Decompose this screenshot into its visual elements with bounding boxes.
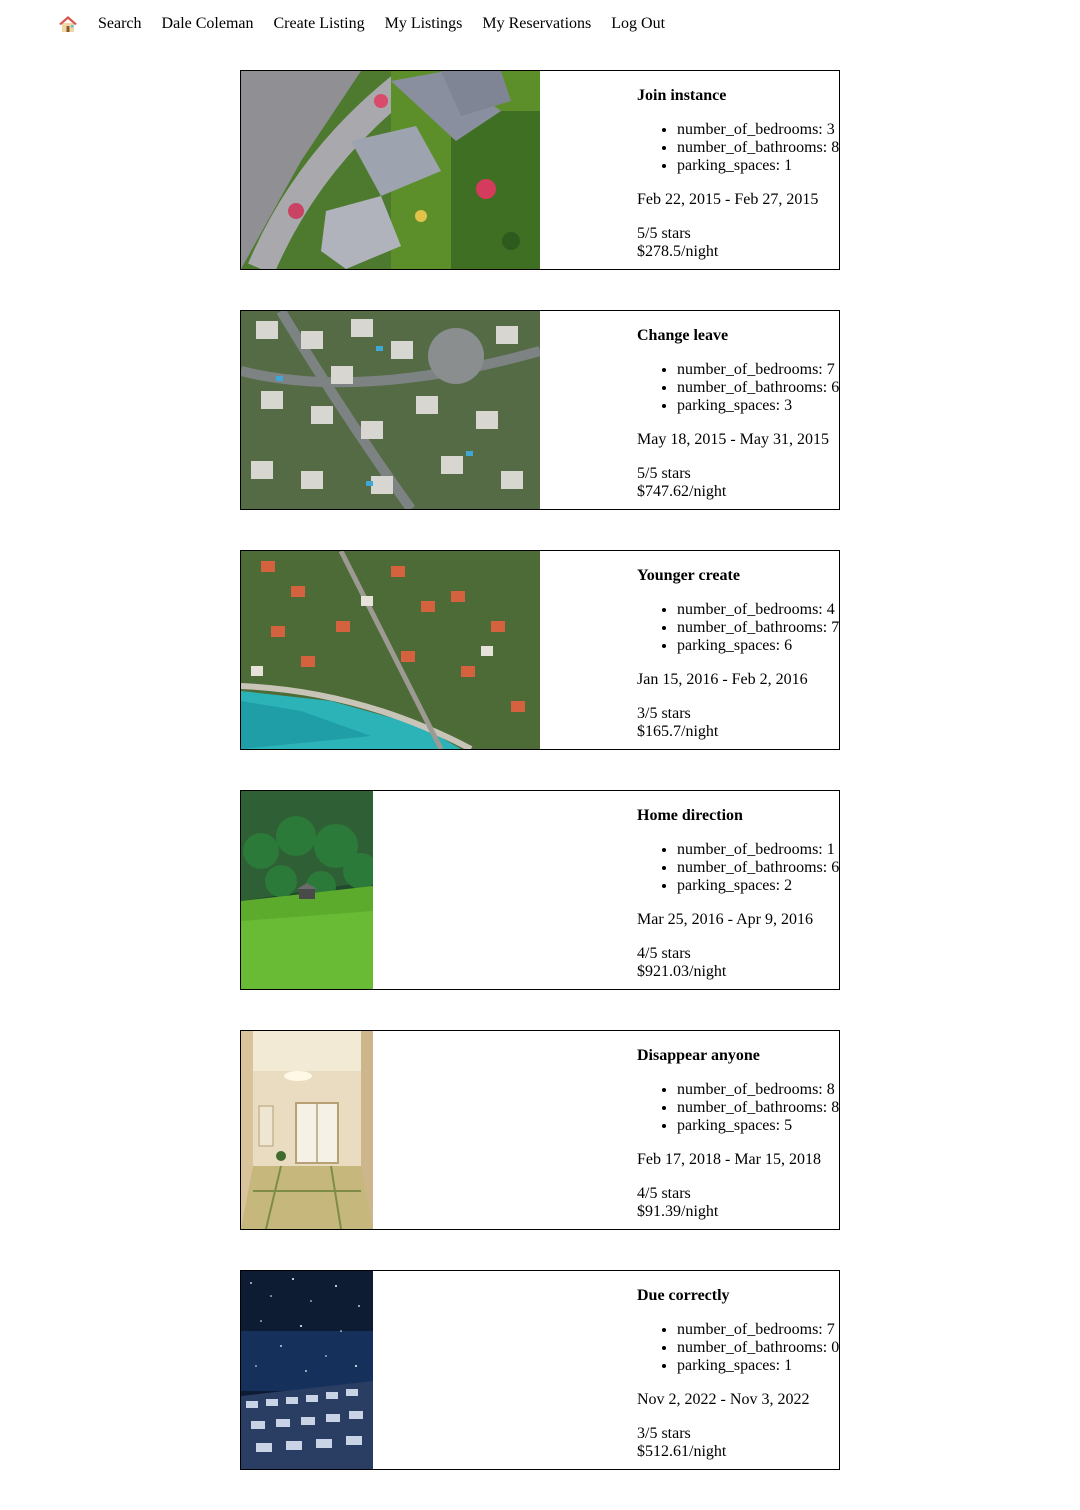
- listing-title: Join instance: [637, 87, 727, 104]
- feature-bathrooms: number_of_bathrooms: 6: [677, 859, 839, 877]
- listing-price: $278.5/night: [637, 243, 719, 260]
- listing-photo: [241, 791, 373, 989]
- reservation-dates: Mar 25, 2016 - Apr 9, 2016: [637, 911, 813, 928]
- reservation-dates: Nov 2, 2022 - Nov 3, 2022: [637, 1391, 810, 1408]
- feature-bathrooms: number_of_bathrooms: 8: [677, 1099, 839, 1117]
- listing-price: $747.62/night: [637, 483, 727, 500]
- feature-list: number_of_bedrooms: 8 number_of_bathroom…: [637, 1081, 839, 1135]
- nav-logout-link[interactable]: Log Out: [611, 15, 665, 33]
- reservation-info: Home direction number_of_bedrooms: 1 num…: [637, 791, 839, 981]
- feature-bedrooms: number_of_bedrooms: 8: [677, 1081, 839, 1099]
- feature-bathrooms: number_of_bathrooms: 6: [677, 379, 839, 397]
- listing-rating: 5/5 stars: [637, 225, 691, 242]
- feature-list: number_of_bedrooms: 1 number_of_bathroom…: [637, 841, 839, 895]
- reservation-info: Younger create number_of_bedrooms: 4 num…: [637, 551, 839, 741]
- feature-bedrooms: number_of_bedrooms: 7: [677, 361, 839, 379]
- reservation-dates: Feb 17, 2018 - Mar 15, 2018: [637, 1151, 821, 1168]
- feature-bathrooms: number_of_bathrooms: 7: [677, 619, 839, 637]
- reservation-info: Change leave number_of_bedrooms: 7 numbe…: [637, 311, 839, 501]
- feature-parking: parking_spaces: 5: [677, 1117, 839, 1135]
- listing-price: $512.61/night: [637, 1443, 727, 1460]
- listing-photo: [241, 71, 540, 269]
- reservation-card[interactable]: Due correctly number_of_bedrooms: 7 numb…: [240, 1270, 840, 1470]
- reservation-card[interactable]: Home direction number_of_bedrooms: 1 num…: [240, 790, 840, 990]
- reservation-dates: Feb 22, 2015 - Feb 27, 2015: [637, 191, 819, 208]
- feature-bathrooms: number_of_bathrooms: 8: [677, 139, 839, 157]
- feature-bedrooms: number_of_bedrooms: 7: [677, 1321, 839, 1339]
- listing-price: $165.7/night: [637, 723, 719, 740]
- feature-list: number_of_bedrooms: 7 number_of_bathroom…: [637, 361, 839, 415]
- feature-list: number_of_bedrooms: 3 number_of_bathroom…: [637, 121, 839, 175]
- nav-my-listings-link[interactable]: My Listings: [385, 15, 463, 33]
- feature-bedrooms: number_of_bedrooms: 1: [677, 841, 839, 859]
- listing-title: Change leave: [637, 327, 729, 344]
- top-nav: Search Dale Coleman Create Listing My Li…: [58, 12, 685, 36]
- reservation-info: Join instance number_of_bedrooms: 3 numb…: [637, 71, 839, 261]
- listing-photo: [241, 1271, 373, 1469]
- feature-bedrooms: number_of_bedrooms: 3: [677, 121, 839, 139]
- nav-my-reservations-link[interactable]: My Reservations: [482, 15, 591, 33]
- listing-rating: 5/5 stars: [637, 465, 691, 482]
- reservation-card[interactable]: Younger create number_of_bedrooms: 4 num…: [240, 550, 840, 750]
- feature-parking: parking_spaces: 1: [677, 157, 839, 175]
- reservation-info: Due correctly number_of_bedrooms: 7 numb…: [637, 1271, 839, 1461]
- listing-rating: 3/5 stars: [637, 705, 691, 722]
- reservation-card[interactable]: Disappear anyone number_of_bedrooms: 8 n…: [240, 1030, 840, 1230]
- listing-photo: [241, 1031, 373, 1229]
- feature-parking: parking_spaces: 6: [677, 637, 839, 655]
- nav-create-listing-link[interactable]: Create Listing: [274, 15, 365, 33]
- listing-rating: 3/5 stars: [637, 1425, 691, 1442]
- listing-title: Home direction: [637, 807, 743, 824]
- feature-bedrooms: number_of_bedrooms: 4: [677, 601, 839, 619]
- listing-title: Younger create: [637, 567, 740, 584]
- feature-list: number_of_bedrooms: 4 number_of_bathroom…: [637, 601, 839, 655]
- reservation-card[interactable]: Change leave number_of_bedrooms: 7 numbe…: [240, 310, 840, 510]
- nav-search-link[interactable]: Search: [98, 15, 142, 33]
- nav-user-link[interactable]: Dale Coleman: [162, 15, 254, 33]
- listing-price: $921.03/night: [637, 963, 727, 980]
- listing-photo: [241, 311, 540, 509]
- feature-bathrooms: number_of_bathrooms: 0: [677, 1339, 839, 1357]
- reservation-card[interactable]: Join instance number_of_bedrooms: 3 numb…: [240, 70, 840, 270]
- listing-title: Due correctly: [637, 1287, 730, 1304]
- feature-parking: parking_spaces: 3: [677, 397, 839, 415]
- listing-rating: 4/5 stars: [637, 1185, 691, 1202]
- listing-title: Disappear anyone: [637, 1047, 760, 1064]
- home-icon[interactable]: [58, 14, 78, 34]
- listing-rating: 4/5 stars: [637, 945, 691, 962]
- reservation-list: Join instance number_of_bedrooms: 3 numb…: [240, 70, 840, 1510]
- reservation-dates: May 18, 2015 - May 31, 2015: [637, 431, 829, 448]
- feature-parking: parking_spaces: 1: [677, 1357, 839, 1375]
- feature-parking: parking_spaces: 2: [677, 877, 839, 895]
- listing-photo: [241, 551, 540, 749]
- reservation-info: Disappear anyone number_of_bedrooms: 8 n…: [637, 1031, 839, 1221]
- listing-price: $91.39/night: [637, 1203, 719, 1220]
- reservation-dates: Jan 15, 2016 - Feb 2, 2016: [637, 671, 808, 688]
- feature-list: number_of_bedrooms: 7 number_of_bathroom…: [637, 1321, 839, 1375]
